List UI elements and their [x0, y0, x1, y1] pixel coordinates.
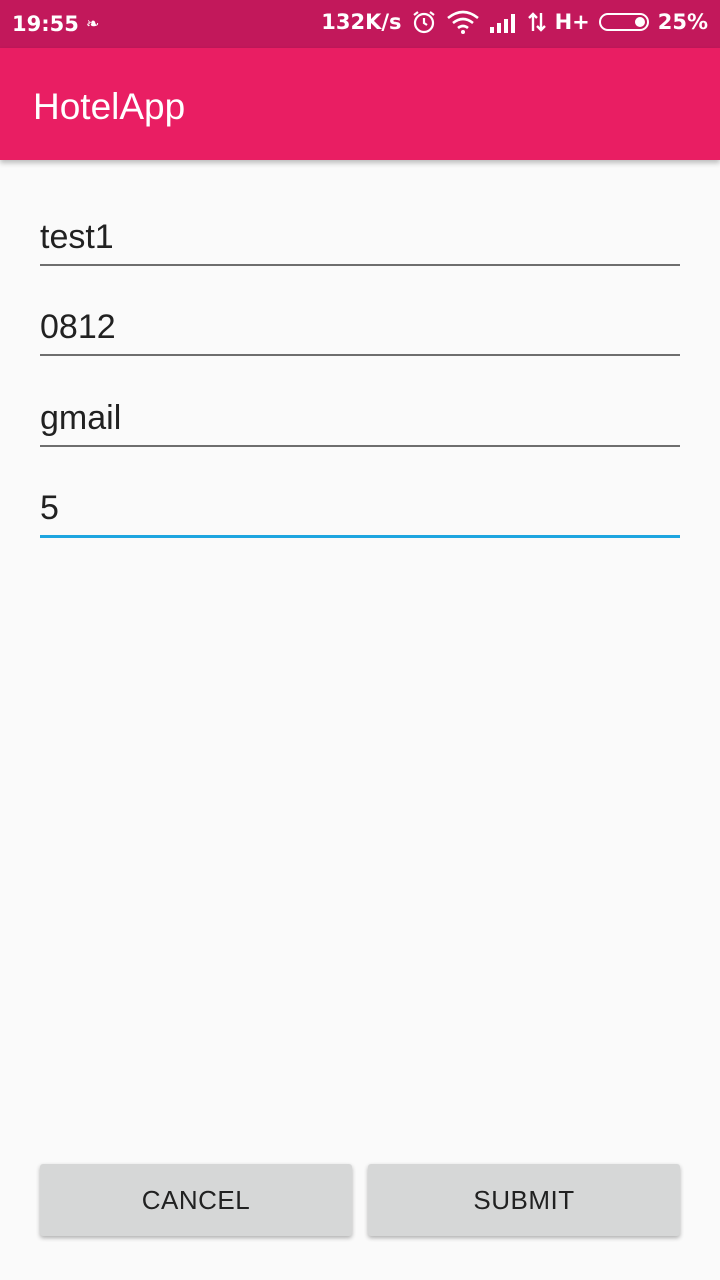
network-type: H+ — [554, 10, 590, 34]
text-input-4[interactable] — [40, 482, 680, 538]
form-field-1 — [40, 210, 680, 270]
network-speed: 132K/s — [321, 10, 402, 34]
battery-icon — [598, 13, 649, 31]
alarm-icon — [411, 9, 437, 35]
text-input-2[interactable] — [40, 300, 680, 356]
cancel-button[interactable]: CANCEL — [40, 1164, 352, 1236]
submit-button[interactable]: SUBMIT — [368, 1164, 680, 1236]
battery-level: 25% — [657, 10, 708, 34]
wifi-icon — [446, 9, 480, 35]
text-input-3[interactable] — [40, 391, 680, 447]
status-time: 19:55 — [12, 12, 79, 36]
status-indicators: 132K/s H+ 25% — [321, 9, 708, 35]
form-field-4 — [40, 482, 680, 542]
signal-icon — [489, 11, 519, 33]
form-field-2 — [40, 300, 680, 360]
app-title: HotelApp — [33, 86, 186, 127]
status-bar: 19:55 ❧ 132K/s H+ 25% — [0, 0, 720, 48]
form-field-3 — [40, 391, 680, 451]
data-transfer-icon — [527, 11, 546, 33]
notification-icon: ❧ — [86, 14, 100, 33]
app-bar: HotelApp — [0, 48, 720, 160]
text-input-1[interactable] — [40, 210, 680, 266]
